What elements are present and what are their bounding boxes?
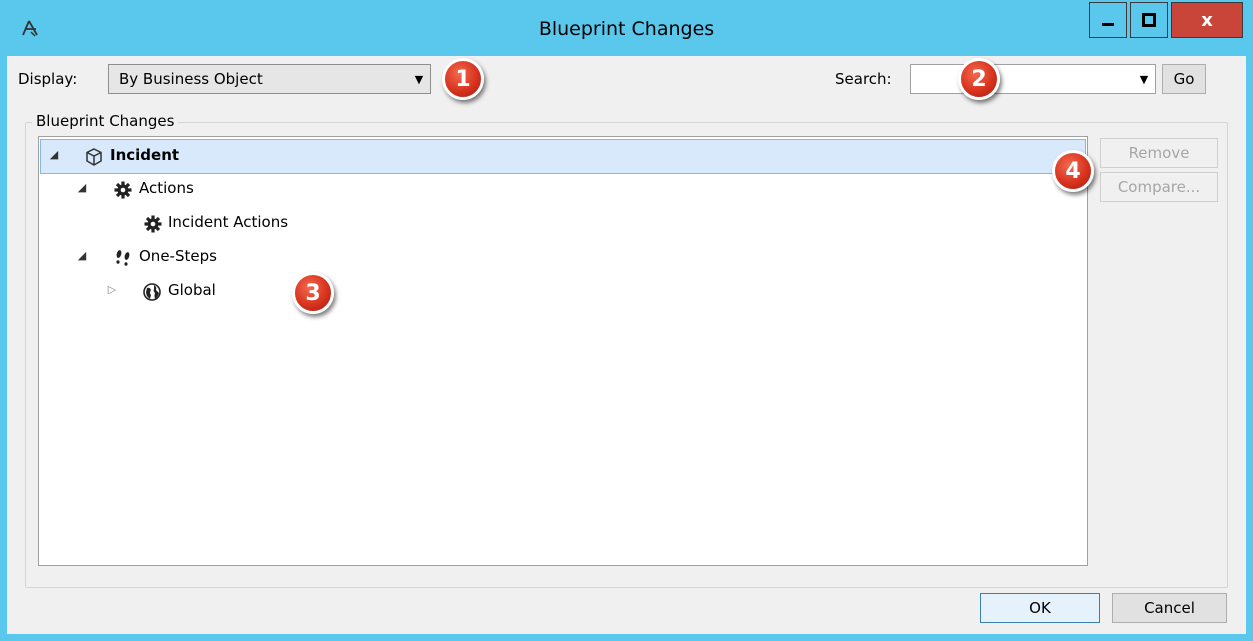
maximize-button[interactable]: [1130, 2, 1168, 38]
gear-icon: [144, 215, 162, 233]
callout-badge-3: 3: [292, 272, 334, 314]
tree-node-label: Incident Actions: [168, 213, 289, 231]
tree-node-incident[interactable]: ◢ Incident: [40, 139, 1086, 174]
expand-arrow-icon[interactable]: ◢: [75, 181, 89, 195]
display-dropdown[interactable]: By Business Object ▼: [108, 64, 431, 94]
dialog-window: Blueprint Changes x Display: By Business…: [0, 0, 1253, 641]
tree-node-label: Global: [168, 281, 216, 299]
callout-badge-2: 2: [958, 58, 1000, 100]
search-combo[interactable]: ▼: [910, 64, 1156, 94]
close-button[interactable]: x: [1171, 2, 1243, 38]
tree-node-label: Actions: [139, 179, 194, 197]
window-title: Blueprint Changes: [538, 18, 715, 40]
tree-node-label: One-Steps: [139, 247, 217, 265]
expand-arrow-icon[interactable]: ◢: [47, 148, 61, 162]
chevron-down-icon[interactable]: ▼: [1132, 65, 1155, 93]
tree-node-incident-actions[interactable]: Incident Actions: [40, 207, 1086, 240]
compare-button[interactable]: Compare...: [1100, 172, 1218, 202]
ok-button[interactable]: OK: [980, 593, 1100, 623]
gear-icon: [114, 181, 132, 199]
cube-icon: [86, 148, 102, 166]
maximize-icon: [1142, 13, 1156, 27]
minimize-button[interactable]: [1089, 2, 1127, 38]
expand-arrow-icon[interactable]: ◢: [75, 249, 89, 263]
remove-button[interactable]: Remove: [1100, 138, 1218, 168]
changes-tree[interactable]: ◢ Incident ◢ Actions Incident Actions ◢ …: [38, 136, 1088, 566]
minimize-icon: [1102, 23, 1114, 26]
chevron-down-icon[interactable]: ▼: [407, 65, 430, 93]
tree-node-label: Incident: [110, 146, 180, 164]
tree-node-one-steps[interactable]: ◢ One-Steps: [40, 241, 1086, 274]
callout-badge-1: 1: [442, 58, 484, 100]
collapse-arrow-icon[interactable]: ▷: [105, 283, 119, 297]
title-bar[interactable]: Blueprint Changes x: [0, 0, 1253, 56]
group-label: Blueprint Changes: [32, 112, 179, 130]
dialog-client-area: Display: By Business Object ▼ Search: ▼ …: [7, 56, 1246, 634]
tree-node-global[interactable]: ▷ Global: [40, 275, 1086, 308]
display-dropdown-value: By Business Object: [119, 70, 263, 88]
search-label: Search:: [835, 70, 892, 88]
close-icon: x: [1201, 9, 1213, 31]
display-label: Display:: [18, 70, 78, 88]
callout-badge-4: 4: [1052, 150, 1094, 192]
cancel-button[interactable]: Cancel: [1112, 593, 1227, 623]
go-button[interactable]: Go: [1162, 64, 1206, 94]
footsteps-icon: [116, 250, 130, 266]
tree-node-actions[interactable]: ◢ Actions: [40, 173, 1086, 206]
globe-icon: [143, 283, 161, 301]
